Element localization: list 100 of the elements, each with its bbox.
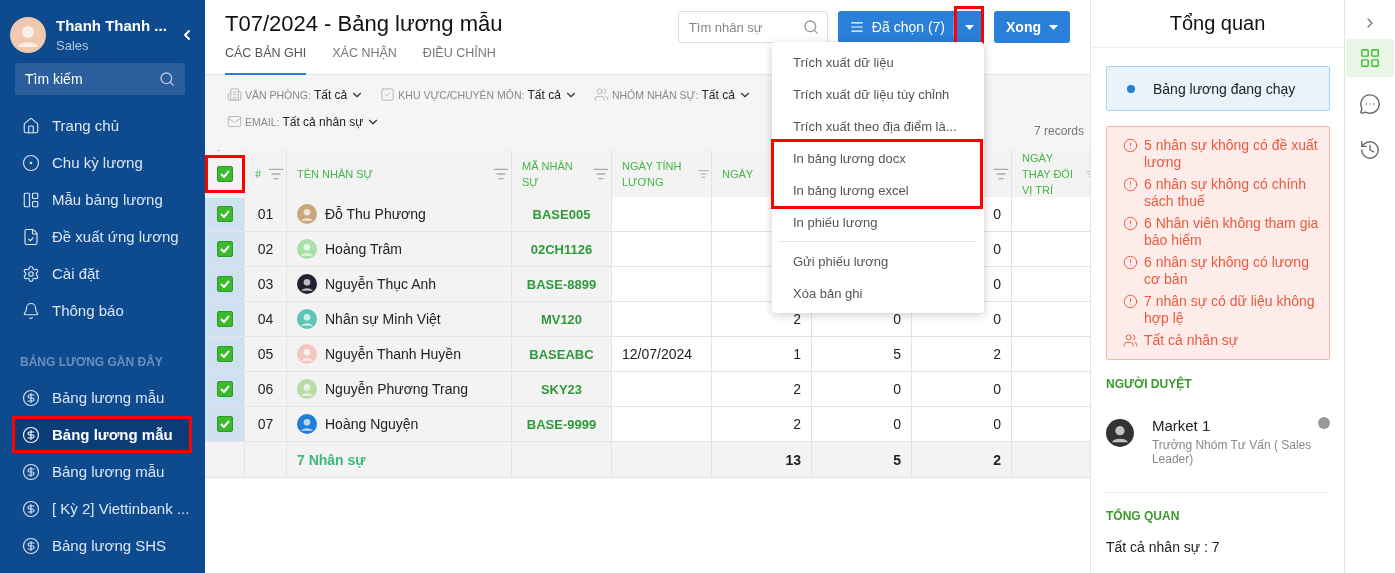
employee-total: 7 Nhân sự [287, 442, 512, 477]
recent-payroll-item[interactable]: [ Kỳ 2] Viettinbank ... [12, 490, 192, 527]
dollar-icon [22, 425, 40, 444]
row-checkbox[interactable] [216, 276, 233, 292]
search-icon [802, 19, 819, 35]
avatar [297, 379, 317, 399]
row-checkbox[interactable] [216, 416, 233, 432]
employee-code: BASEABC [529, 346, 594, 362]
dollar-icon [22, 499, 40, 518]
avatar [297, 344, 317, 364]
checkbox-icon [380, 87, 396, 102]
employee-name: Nguyễn Thanh Huyền [325, 346, 461, 362]
row-checkbox[interactable] [216, 311, 233, 327]
filter-dropdown[interactable]: EMAIL: Tất cả nhân sự [227, 114, 381, 129]
dollar-icon [22, 462, 40, 481]
page-title: T07/2024 - Bảng lương mẫu [225, 11, 503, 38]
section-title: TỔNG QUAN [1106, 507, 1181, 525]
search-icon [159, 71, 175, 87]
menu-item[interactable]: Trích xuất dữ liệu tùy chỉnh [774, 78, 980, 110]
document-check-icon [22, 227, 40, 246]
row-checkbox[interactable] [216, 206, 233, 222]
row-checkbox[interactable] [216, 381, 233, 397]
mail-icon [227, 114, 242, 129]
filter-dropdown[interactable]: VĂN PHÒNG: Tất cả [227, 87, 365, 102]
row-checkbox[interactable] [216, 346, 233, 362]
nav-item[interactable]: Thông báo [12, 292, 192, 329]
filter-icon[interactable] [593, 166, 609, 182]
people-icon [593, 87, 609, 102]
employee-code: BASE-9999 [526, 416, 597, 432]
checkmark-icon [219, 245, 230, 253]
column-header: MÃ NHÂN SỰ [522, 159, 574, 190]
filter-dropdown[interactable]: KHU VỰC/CHUYÊN MÔN: Tất cả [380, 87, 578, 102]
caret-icon [964, 24, 974, 30]
row-number: 07 [257, 416, 274, 432]
alert-icon [1123, 216, 1138, 231]
alert-icon [1123, 294, 1138, 309]
nav-item[interactable]: Cài đặt [12, 255, 192, 292]
nav-item[interactable]: Đề xuất ứng lương [12, 218, 192, 255]
nav-item[interactable]: Trang chủ [12, 107, 192, 144]
list-icon [849, 20, 864, 34]
building-icon [227, 87, 242, 102]
menu-item[interactable]: Trích xuất theo địa điểm là... [774, 110, 980, 142]
recent-payroll-item[interactable]: Bảng lương SHS [12, 527, 192, 564]
recent-payroll-item[interactable]: Bảng lương mẫu [12, 379, 192, 416]
employee-code: MV120 [540, 311, 583, 327]
filter-icon[interactable] [268, 166, 284, 182]
dollar-icon [22, 388, 40, 407]
avatar [297, 204, 317, 224]
total-cell: 13 [712, 442, 812, 477]
dollar-icon [22, 536, 40, 555]
nav-item[interactable]: Chu kỳ lương [12, 144, 192, 181]
layout-icon [22, 190, 40, 209]
section-title: BẢNG LƯƠNG GẦN ĐÂY [19, 353, 164, 371]
bell-icon [22, 301, 40, 320]
checkmark-icon [219, 315, 230, 323]
target-icon [22, 153, 40, 172]
menu-item[interactable]: Trích xuất dữ liệu [774, 46, 980, 78]
row-number: 04 [257, 311, 274, 327]
menu-item[interactable]: In bảng lương docx [774, 142, 980, 174]
recent-payroll-item[interactable]: Bảng lương mẫu [12, 416, 192, 453]
reviewer-name: Market 1 [1151, 417, 1212, 434]
reviewer-avatar [1106, 417, 1134, 449]
employee-name: Hoàng Trâm [325, 241, 403, 257]
employee-code: 02CH1126 [530, 241, 593, 257]
tab[interactable]: XÁC NHẬN [332, 42, 397, 75]
checkmark-icon [219, 420, 230, 428]
checkmark-icon [219, 350, 230, 358]
alert-icon [1123, 255, 1138, 270]
nav-item[interactable]: Mẫu bảng lương [12, 181, 192, 218]
column-header: NGÀY THAY ĐỔI VỊ TRÍ [1022, 151, 1074, 198]
people-icon [1123, 333, 1138, 348]
checkmark-icon [219, 385, 230, 393]
filter-dropdown[interactable]: NHÓM NHÂN SỰ: Tất cả [593, 87, 752, 102]
employee-name: Đỗ Thu Phương [325, 206, 426, 222]
grid-icon[interactable] [1346, 39, 1394, 77]
recent-payroll-item[interactable]: Bảng lương mẫu [12, 453, 192, 490]
checkmark-icon [219, 280, 230, 288]
caret-icon [1049, 24, 1058, 30]
filter-icon[interactable] [993, 166, 1009, 182]
tab[interactable]: ĐIỀU CHỈNH [422, 42, 496, 75]
home-icon [22, 116, 40, 135]
total-cell: 2 [912, 442, 1012, 477]
avatar [297, 414, 317, 434]
row-number: 03 [257, 276, 274, 292]
summary-text: Tất cả nhân sự : 7 [1106, 539, 1221, 555]
employee-name: Nguyễn Thục Anh [325, 276, 437, 292]
row-number: 05 [257, 346, 274, 362]
alert-icon [1123, 177, 1138, 192]
checkmark-icon [219, 210, 230, 218]
employee-name: Nhân sự Minh Việt [325, 311, 441, 327]
filter-icon[interactable] [493, 166, 509, 182]
section-title: NGƯỜI DUYỆT [1106, 375, 1193, 393]
employee-code: BASE-8899 [526, 276, 597, 292]
column-header: # [255, 167, 262, 182]
column-header: NGÀY TÍNH LƯƠNG [622, 159, 683, 190]
select-all-checkbox[interactable] [216, 166, 233, 182]
row-checkbox[interactable] [216, 241, 233, 257]
done-button[interactable]: Xong [994, 11, 1070, 43]
user-avatar [10, 17, 46, 53]
sidebar-search-field[interactable]: Tìm kiếm [15, 63, 185, 95]
